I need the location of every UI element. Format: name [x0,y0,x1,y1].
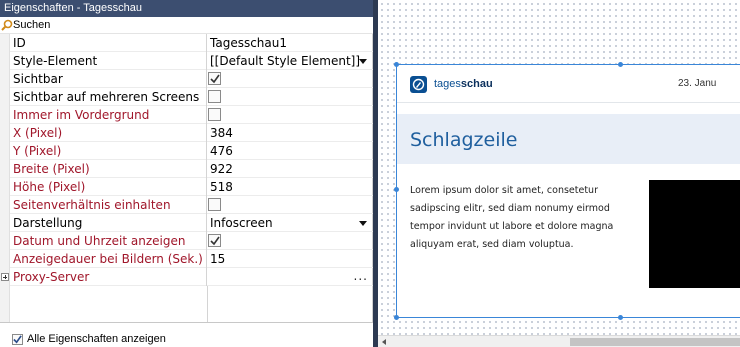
property-name: Anzeigedauer bei Bildern (Sek.) [11,250,207,268]
property-row-sichtbar[interactable]: Sichtbar [0,70,373,88]
scroll-left-icon[interactable] [378,336,390,347]
property-row-immer-im-vordergrund[interactable]: Immer im Vordergrund [0,106,373,124]
property-value[interactable]: 15 [208,250,373,268]
checkmark-icon [210,236,220,246]
property-row-proxy-server[interactable]: Proxy-Server ... [0,268,373,286]
property-grid: ID Tagesschau1 Style-Element [[Default S… [0,34,373,338]
property-row-x[interactable]: X (Pixel) 384 [0,124,373,142]
search-input[interactable]: Suchen [0,17,373,34]
resize-handle-bottom-left[interactable] [394,315,399,320]
property-name: Style-Element [11,52,207,70]
row-gutter [0,250,10,268]
row-gutter [0,106,10,124]
property-name: Seitenverhältnis einhalten [11,196,207,214]
headline-bar: Schlagzeile [397,114,740,164]
property-row-darstellung[interactable]: Darstellung Infoscreen [0,214,373,232]
plus-box-icon[interactable] [1,273,9,281]
property-row-y[interactable]: Y (Pixel) 476 [0,142,373,160]
search-placeholder: Suchen [13,19,51,31]
property-row-anzeigedauer[interactable]: Anzeigedauer bei Bildern (Sek.) 15 [0,250,373,268]
horizontal-scrollbar[interactable] [378,335,740,347]
checkbox-checked[interactable] [208,72,221,85]
row-gutter [0,268,10,286]
row-gutter [0,52,10,70]
chevron-down-icon[interactable] [359,221,367,226]
row-gutter [0,196,10,214]
property-name: X (Pixel) [11,124,207,142]
tagesschau-widget[interactable]: tagesschau 23. Janu Schlagzeile Lorem ip… [396,64,740,318]
property-row-breite[interactable]: Breite (Pixel) 922 [0,160,373,178]
checkmark-icon [210,74,220,84]
resize-handle-bottom[interactable] [618,315,623,320]
property-value[interactable]: [[Default Style Element]] [208,52,373,70]
checkbox-checked[interactable] [208,234,221,247]
brand-name: tagesschau [434,76,493,92]
property-value[interactable]: 476 [208,142,373,160]
property-row-hoehe[interactable]: Höhe (Pixel) 518 [0,178,373,196]
brand-prefix: tages [434,78,461,90]
properties-panel: Eigenschaften - Tagesschau Suchen ID Tag… [0,0,373,347]
scrollbar-thumb[interactable] [570,338,740,346]
property-name: Höhe (Pixel) [11,178,207,196]
show-all-checkbox[interactable] [12,334,23,345]
row-gutter [0,214,10,232]
resize-handle-top-left[interactable] [394,62,399,67]
property-name: Sichtbar auf mehreren Screens [11,88,207,106]
row-gutter [0,88,10,106]
row-gutter [0,34,10,52]
property-value[interactable]: 384 [208,124,373,142]
property-value[interactable]: 922 [208,160,373,178]
row-gutter [0,178,10,196]
property-row-datum-uhrzeit[interactable]: Datum und Uhrzeit anzeigen [0,232,373,250]
checkbox[interactable] [208,90,221,103]
row-gutter [0,70,10,88]
row-gutter [0,160,10,178]
property-row-sichtbar-mehrere-screens[interactable]: Sichtbar auf mehreren Screens [0,88,373,106]
article-image [649,180,740,288]
property-value[interactable]: Tagesschau1 [208,34,373,52]
checkbox[interactable] [208,198,221,211]
property-row-id[interactable]: ID Tagesschau1 [0,34,373,52]
property-name: Breite (Pixel) [11,160,207,178]
property-name: Proxy-Server [11,268,207,286]
ellipsis-button[interactable]: ... [354,268,368,284]
property-name: Sichtbar [11,70,207,88]
checkbox[interactable] [208,108,221,121]
magnifier-icon [1,19,13,31]
row-gutter [0,232,10,250]
property-name: Darstellung [11,214,207,232]
property-row-style-element[interactable]: Style-Element [[Default Style Element]] [0,52,373,70]
article-body: Lorem ipsum dolor sit amet, consetetur s… [410,185,614,250]
show-all-label: Alle Eigenschaften anzeigen [27,333,166,345]
property-name: Datum und Uhrzeit anzeigen [11,232,207,250]
row-gutter [0,142,10,160]
brand-bold: schau [460,78,493,90]
tagesschau-logo-icon [410,76,427,93]
property-name: ID [11,34,207,52]
property-value[interactable]: 518 [208,178,373,196]
panel-footer: Alle Eigenschaften anzeigen [0,322,373,347]
widget-date: 23. Janu [678,78,717,89]
checkmark-icon [13,335,22,344]
resize-handle-left[interactable] [394,187,399,192]
property-row-seitenverhaeltnis[interactable]: Seitenverhältnis einhalten [0,196,373,214]
chevron-down-icon[interactable] [359,59,367,64]
property-name: Y (Pixel) [11,142,207,160]
panel-title: Eigenschaften - Tagesschau [0,0,373,17]
row-gutter [0,124,10,142]
headline-text: Schlagzeile [410,129,518,151]
resize-handle-top[interactable] [618,62,623,67]
property-value[interactable]: Infoscreen [208,214,373,232]
property-name: Immer im Vordergrund [11,106,207,124]
widget-header: tagesschau 23. Janu [397,65,740,103]
